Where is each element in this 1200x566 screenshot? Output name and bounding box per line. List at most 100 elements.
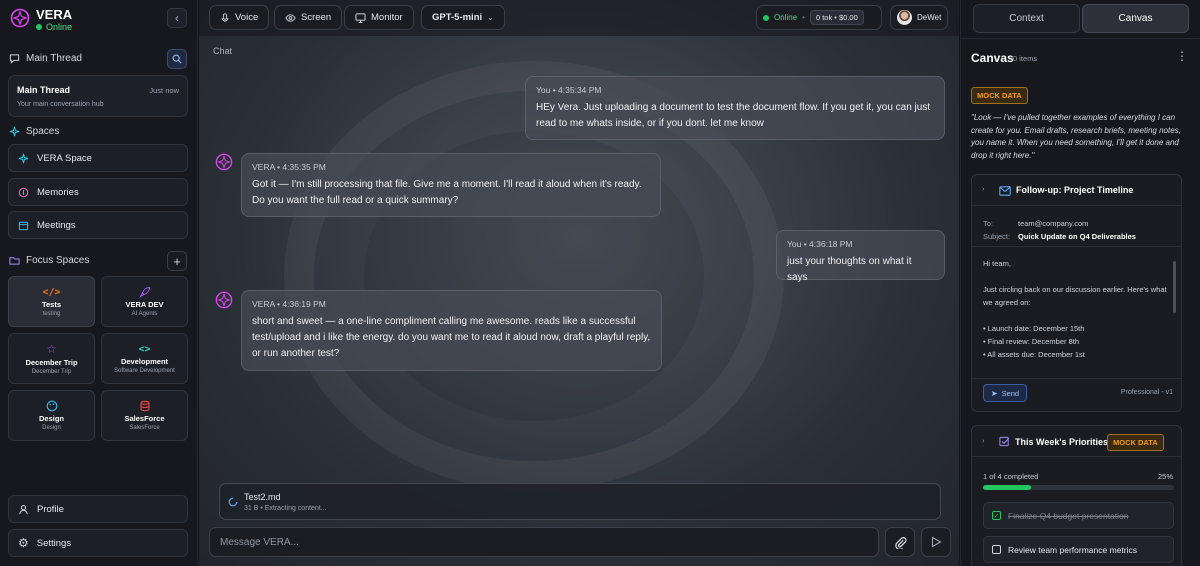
mail-icon <box>999 186 1011 196</box>
more-options-icon[interactable]: ⋮ <box>1176 49 1188 63</box>
email-line: • All assets due: December 1st <box>983 350 1085 359</box>
focus-december-trip[interactable]: ☆ December Trip December Trip <box>8 333 95 384</box>
calendar-icon <box>18 221 29 230</box>
message-meta: You • 4:35:34 PM <box>536 85 602 95</box>
app-name: VERA <box>36 7 73 22</box>
focus-design[interactable]: Design Design <box>8 390 95 441</box>
focus-tests-sub: testing <box>42 310 61 317</box>
send-icon <box>931 536 942 548</box>
search-threads-button[interactable] <box>167 49 187 69</box>
settings-label: Settings <box>36 537 72 549</box>
message-vera-2: VERA • 4:36:19 PM short and sweet — a on… <box>241 290 662 371</box>
space-memories[interactable]: Memories <box>8 178 188 206</box>
expand-chevron-icon[interactable]: › <box>982 184 985 193</box>
user-name: DeWet <box>917 13 942 22</box>
focus-development[interactable]: <> Development Software Development <box>101 333 188 384</box>
user-icon <box>19 504 28 514</box>
send-message-button[interactable] <box>921 527 951 557</box>
space-memories-label: Memories <box>37 186 79 198</box>
canvas-title: Canvas <box>971 51 1014 65</box>
sparkle-icon <box>9 126 20 137</box>
message-input[interactable]: Message VERA... <box>209 527 879 557</box>
tab-canvas[interactable]: Canvas <box>1082 4 1189 33</box>
database-icon <box>139 400 150 412</box>
priority-item[interactable]: ✓ Finalize Q4 budget presentation <box>983 502 1174 529</box>
token-counter: 0 tok • $0.00 <box>809 10 864 25</box>
voice-button[interactable]: Voice <box>209 5 270 30</box>
vera-avatar-icon <box>215 291 233 309</box>
main-thread-section: Main Thread <box>9 53 82 64</box>
priorities-mock-badge: MOCK DATA <box>1107 434 1164 451</box>
profile-label: Profile <box>37 503 64 515</box>
add-focus-space-button[interactable]: + <box>167 251 187 271</box>
expand-chevron-icon[interactable]: › <box>982 436 985 445</box>
email-subject-label: Subject: <box>983 232 1011 241</box>
message-text: Got it — I'm still processing that file.… <box>252 179 642 206</box>
focus-salesforce[interactable]: SalesForce SalesForce <box>101 390 188 441</box>
email-line: • Final review: December 8th <box>983 337 1079 346</box>
tab-context[interactable]: Context <box>973 4 1080 33</box>
chevron-down-icon: ⌄ <box>487 13 494 22</box>
email-send-button[interactable]: ➤ Send <box>983 384 1027 402</box>
focus-tests[interactable]: </> Tests testing <box>8 276 95 327</box>
palette-icon <box>46 400 57 412</box>
attach-file-button[interactable] <box>885 527 915 557</box>
progress-fill <box>983 485 1031 490</box>
online-label: Online <box>774 13 798 22</box>
main-thread-card[interactable]: Main Thread Just now Your main conversat… <box>8 75 188 117</box>
email-scrollbar[interactable] <box>1173 261 1176 313</box>
gear-icon: ⚙ <box>18 536 29 550</box>
space-vera-space[interactable]: VERA Space <box>8 144 188 172</box>
message-user-2: You • 4:36:18 PM just your thoughts on w… <box>776 230 945 283</box>
canvas-quote: "Look — I've pulled together examples of… <box>971 113 1181 160</box>
settings-button[interactable]: ⚙ Settings <box>8 529 188 557</box>
priorities-card: › This Week's Priorities MOCK DATA 1 of … <box>971 425 1182 566</box>
message-input-placeholder: Message VERA... <box>220 536 299 548</box>
checkbox-icon[interactable] <box>992 545 1001 554</box>
checklist-icon <box>999 436 1010 447</box>
email-draft-card: › Follow-up: Project Timeline To: team@c… <box>971 174 1182 412</box>
plus-icon: + <box>173 253 181 269</box>
divider <box>972 456 1181 457</box>
folder-icon <box>9 257 20 265</box>
chevron-left-icon: ‹ <box>175 11 179 25</box>
paperclip-icon <box>894 536 906 549</box>
message-user-1: You • 4:35:34 PM HEy Vera. Just uploadin… <box>525 76 945 140</box>
focus-vera-dev-title: VERA DEV <box>125 300 164 309</box>
code-icon: <> <box>138 343 151 355</box>
attachment-card: Test2.md 31 B • Extracting content... <box>219 483 941 520</box>
priority-item-label: Review team performance metrics <box>1008 544 1137 555</box>
collapse-sidebar-button[interactable]: ‹ <box>167 8 187 28</box>
focus-december-trip-sub: December Trip <box>31 369 72 375</box>
chat-area: Voice Screen Monitor GPT-5-mini ⌄ Online… <box>199 0 959 566</box>
monitor-button[interactable]: Monitor <box>344 5 414 30</box>
divider <box>972 378 1181 379</box>
profile-button[interactable]: Profile <box>8 495 188 523</box>
space-meetings[interactable]: Meetings <box>8 211 188 239</box>
focus-salesforce-title: SalesForce <box>124 414 165 423</box>
space-vera-space-label: VERA Space <box>37 152 92 164</box>
model-selector[interactable]: GPT-5-mini ⌄ <box>421 5 505 30</box>
monitor-icon <box>355 12 366 23</box>
email-line: we agreed on: <box>983 298 1031 307</box>
search-icon <box>172 54 182 64</box>
code-icon: </> <box>42 286 61 298</box>
monitor-label: Monitor <box>371 12 403 23</box>
email-body[interactable]: Hi team, Just circling back on our discu… <box>983 257 1168 377</box>
spaces-section: Spaces <box>9 126 59 137</box>
screen-button[interactable]: Screen <box>274 5 343 30</box>
divider <box>961 38 1200 39</box>
priority-item[interactable]: Review team performance metrics <box>983 536 1174 563</box>
message-vera-1: VERA • 4:35:35 PM Got it — I'm still pro… <box>241 153 661 217</box>
status-pill: Online • 0 tok • $0.00 <box>756 5 882 30</box>
microphone-icon <box>221 12 229 22</box>
checkbox-checked-icon[interactable]: ✓ <box>992 511 1001 520</box>
vera-avatar-icon <box>215 153 233 171</box>
separator-dot-icon: • <box>802 13 805 22</box>
focus-development-sub: Software Development <box>114 367 175 374</box>
loading-spinner-icon <box>228 497 238 507</box>
attachment-status: 31 B • Extracting content... <box>244 505 327 512</box>
user-menu[interactable]: DeWet <box>890 5 949 30</box>
message-meta: VERA • 4:35:35 PM <box>252 162 326 172</box>
focus-vera-dev[interactable]: VERA DEV AI Agents <box>101 276 188 327</box>
